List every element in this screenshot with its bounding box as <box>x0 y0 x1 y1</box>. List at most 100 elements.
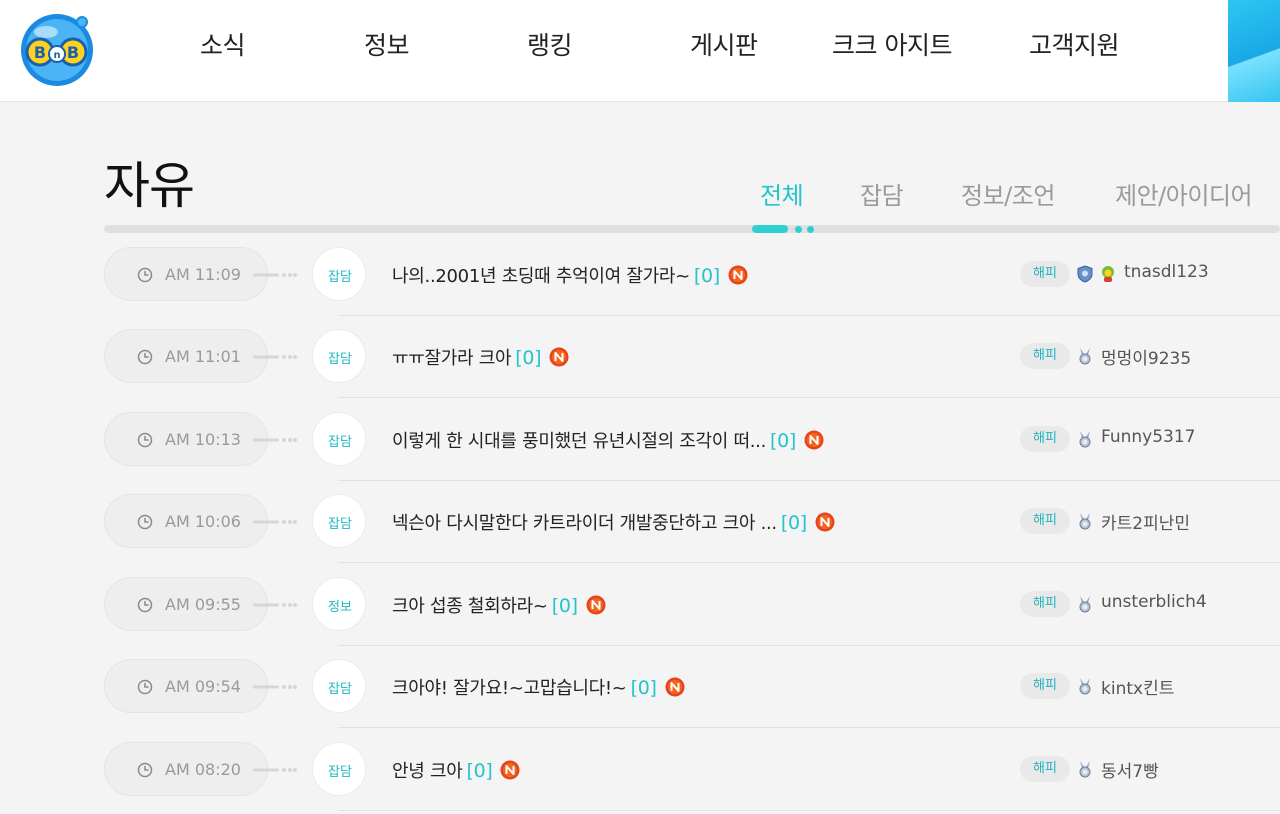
server-badge: 해피 <box>1020 426 1070 452</box>
post-row[interactable]: AM 10:06 잡담 넥슨아 다시말한다 카트라이더 개발중단하고 크아 ..… <box>0 494 1280 577</box>
post-title-text[interactable]: 나의..2001년 초딩때 추억이여 잘가라~ <box>392 266 690 287</box>
comment-count: [0] <box>466 760 493 782</box>
author-name[interactable]: unsterblich4 <box>1101 592 1207 612</box>
post-row[interactable]: AM 08:20 잡담 안녕 크아 [0] 해피 동서7빵 <box>0 742 1280 814</box>
clock-icon <box>137 349 153 365</box>
comment-count: [0] <box>630 677 657 699</box>
connector-dots <box>253 355 297 359</box>
new-post-icon <box>549 347 569 367</box>
category-badge: 잡담 <box>312 329 366 383</box>
time-pill: AM 09:54 <box>104 659 268 713</box>
post-title-link[interactable]: ㅠㅠ잘가라 크아 [0] <box>392 344 569 370</box>
post-row[interactable]: AM 11:01 잡담 ㅠㅠ잘가라 크아 [0] 해피 멍멍이9235 <box>0 329 1280 412</box>
connector-dots <box>253 603 297 607</box>
post-time: AM 09:55 <box>165 595 241 614</box>
post-title-text[interactable]: 크아 섭종 철회하라~ <box>392 596 548 617</box>
new-post-icon <box>728 265 748 285</box>
clock-icon <box>137 597 153 613</box>
server-badge: 해피 <box>1020 343 1070 369</box>
rank-medal-icon <box>1076 595 1094 613</box>
author-name[interactable]: Funny5317 <box>1101 427 1196 447</box>
rank-medal-icon <box>1076 347 1094 365</box>
rank-medal-icon <box>1076 677 1094 695</box>
post-title-link[interactable]: 안녕 크아 [0] <box>392 757 520 783</box>
category-label: 정보 <box>328 600 352 615</box>
shield-badge-icon <box>1076 265 1094 283</box>
tab-all[interactable]: 전체 <box>760 176 804 211</box>
author-name[interactable]: 동서7빵 <box>1101 757 1159 782</box>
post-row[interactable]: AM 11:09 잡담 나의..2001년 초딩때 추억이여 잘가라~ [0] 해… <box>0 247 1280 330</box>
comment-count: [0] <box>515 347 542 369</box>
nav-news[interactable]: 소식 <box>200 26 246 62</box>
character-avatar-icon <box>1099 265 1117 283</box>
rank-medal-icon <box>1076 430 1094 448</box>
post-time: AM 10:06 <box>165 512 241 531</box>
bnb-logo-icon[interactable]: B n B <box>18 10 96 88</box>
category-badge: 정보 <box>312 577 366 631</box>
post-title-link[interactable]: 넥슨아 다시말한다 카트라이더 개발중단하고 크아 ... [0] <box>392 509 835 535</box>
active-tab-indicator <box>752 225 788 233</box>
post-title-text[interactable]: ㅠㅠ잘가라 크아 <box>392 348 512 369</box>
clock-icon <box>137 762 153 778</box>
rank-medal-icon <box>1076 512 1094 530</box>
post-title-text[interactable]: 넥슨아 다시말한다 카트라이더 개발중단하고 크아 ... <box>392 513 777 534</box>
post-row[interactable]: AM 09:54 잡담 크아야! 잘가요!~고맙습니다!~ [0] 해피 kint… <box>0 659 1280 742</box>
post-title-link[interactable]: 크아 섭종 철회하라~ [0] <box>392 592 606 618</box>
server-badge: 해피 <box>1020 261 1070 287</box>
post-title-text[interactable]: 크아야! 잘가요!~고맙습니다!~ <box>392 678 627 699</box>
new-post-icon <box>815 512 835 532</box>
nav-kk-agit[interactable]: 크크 아지트 <box>832 26 952 62</box>
category-label: 잡담 <box>328 682 352 697</box>
post-time: AM 11:09 <box>165 265 241 284</box>
nav-ranking[interactable]: 랭킹 <box>527 26 573 62</box>
row-divider <box>338 480 1280 481</box>
post-title-text[interactable]: 이렇게 한 시대를 풍미했던 유년시절의 조각이 떠... <box>392 431 766 452</box>
clock-icon <box>137 267 153 283</box>
board-title: 자유 <box>104 157 195 215</box>
comment-count: [0] <box>693 265 720 287</box>
category-label: 잡담 <box>328 352 352 367</box>
connector-dots <box>253 768 297 772</box>
post-title-link[interactable]: 크아야! 잘가요!~고맙습니다!~ [0] <box>392 674 685 700</box>
nav-support[interactable]: 고객지원 <box>1029 26 1120 62</box>
nav-board[interactable]: 게시판 <box>690 26 758 62</box>
server-badge: 해피 <box>1020 591 1070 617</box>
indicator-dot <box>807 226 814 233</box>
post-row[interactable]: AM 09:55 정보 크아 섭종 철회하라~ [0] 해피 unsterblic… <box>0 577 1280 660</box>
time-pill: AM 10:13 <box>104 412 268 466</box>
tab-chat[interactable]: 잡담 <box>860 176 904 211</box>
category-badge: 잡담 <box>312 659 366 713</box>
post-title-link[interactable]: 이렇게 한 시대를 풍미했던 유년시절의 조각이 떠... [0] <box>392 427 824 453</box>
author-name[interactable]: 멍멍이9235 <box>1101 344 1191 369</box>
post-row[interactable]: AM 10:13 잡담 이렇게 한 시대를 풍미했던 유년시절의 조각이 떠..… <box>0 412 1280 495</box>
row-divider <box>338 645 1280 646</box>
category-badge: 잡담 <box>312 412 366 466</box>
time-pill: AM 11:01 <box>104 329 268 383</box>
category-label: 잡담 <box>328 765 352 780</box>
logo-text-mid: n <box>53 50 60 61</box>
author-name[interactable]: 카트2피난민 <box>1101 509 1190 534</box>
tab-suggestion-idea[interactable]: 제안/아이디어 <box>1115 176 1253 211</box>
post-time: AM 08:20 <box>165 760 241 779</box>
post-title-text[interactable]: 안녕 크아 <box>392 761 463 782</box>
corner-banner-decoration <box>1228 0 1280 102</box>
post-title-link[interactable]: 나의..2001년 초딩때 추억이여 잘가라~ [0] <box>392 262 748 288</box>
time-pill: AM 10:06 <box>104 494 268 548</box>
rank-medal-icon <box>1076 760 1094 778</box>
server-badge: 해피 <box>1020 673 1070 699</box>
connector-dots <box>253 273 297 277</box>
connector-dots <box>253 685 297 689</box>
tab-info-advice[interactable]: 정보/조언 <box>961 176 1055 211</box>
category-label: 잡담 <box>328 517 352 532</box>
nav-info[interactable]: 정보 <box>364 26 410 62</box>
server-badge: 해피 <box>1020 756 1070 782</box>
new-post-icon <box>500 760 520 780</box>
logo-text-right: B <box>67 43 79 62</box>
post-time: AM 11:01 <box>165 347 241 366</box>
author-name[interactable]: tnasdl123 <box>1124 262 1209 282</box>
category-label: 잡담 <box>328 270 352 285</box>
author-name[interactable]: kintx킨트 <box>1101 674 1174 699</box>
row-divider <box>338 397 1280 398</box>
server-badge: 해피 <box>1020 508 1070 534</box>
row-divider <box>338 810 1280 811</box>
